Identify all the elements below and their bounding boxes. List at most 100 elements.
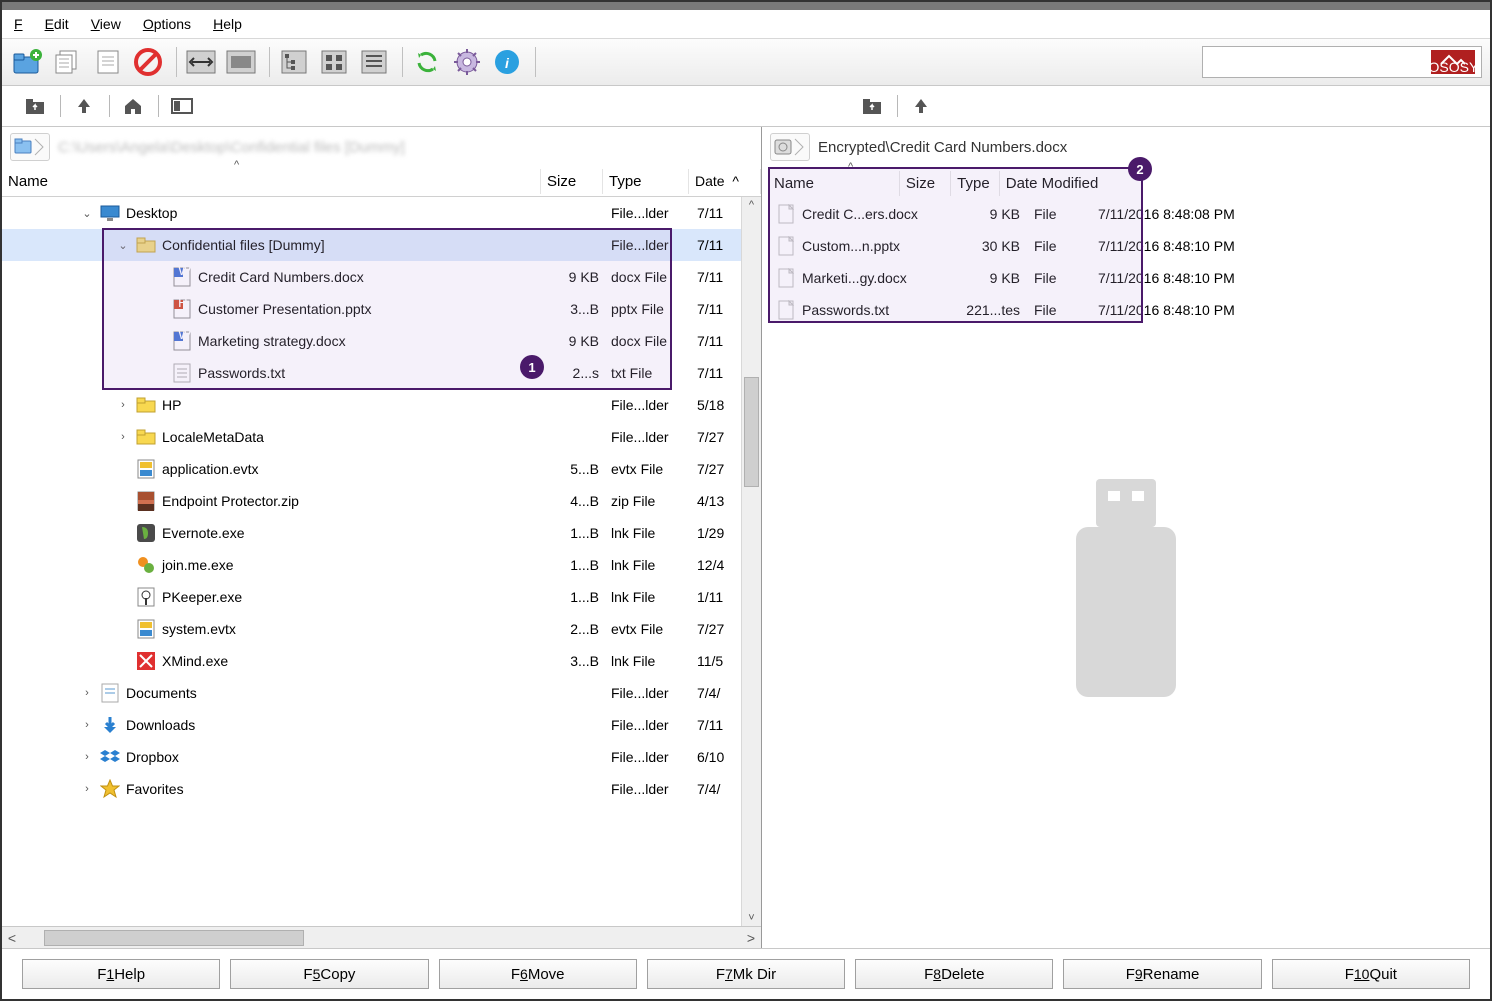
tree-row[interactable]: ›DocumentsFile...lder7/4/ bbox=[2, 677, 741, 709]
docx-icon: W bbox=[172, 331, 192, 351]
list-row[interactable]: Passwords.txt221...tesFile7/11/2016 8:48… bbox=[768, 294, 1490, 326]
menu-options[interactable]: Options bbox=[143, 16, 191, 32]
file-date: 1/11 bbox=[693, 589, 741, 605]
file-name: Marketing strategy.docx bbox=[198, 333, 346, 349]
tree-row[interactable]: Evernote.exe1...Blnk File1/29 bbox=[2, 517, 741, 549]
vscroll-left[interactable]: ^˅ bbox=[741, 197, 761, 926]
single-pane-icon[interactable] bbox=[223, 44, 259, 80]
file-size: 2...s bbox=[545, 365, 607, 381]
col-name[interactable]: Name bbox=[2, 169, 541, 194]
col-size[interactable]: Size bbox=[541, 169, 603, 194]
refresh-icon[interactable] bbox=[409, 44, 445, 80]
tree-row[interactable]: XMind.exe3...Blnk File11/5 bbox=[2, 645, 741, 677]
tree-row[interactable]: ›HPFile...lder5/18 bbox=[2, 389, 741, 421]
quit-button[interactable]: F10 Quit bbox=[1272, 959, 1470, 989]
file-name: PKeeper.exe bbox=[162, 589, 242, 605]
right-addressbar[interactable]: Encrypted\Credit Card Numbers.docx bbox=[762, 127, 1490, 167]
grid-view-icon[interactable] bbox=[316, 44, 352, 80]
pkeeper-icon bbox=[136, 587, 156, 607]
expander-icon[interactable]: ⌄ bbox=[116, 239, 130, 252]
tree-row[interactable]: ›DownloadsFile...lder7/11 bbox=[2, 709, 741, 741]
col-date[interactable]: Date^ bbox=[689, 169, 761, 194]
tree-row[interactable]: join.me.exe1...Blnk File12/4 bbox=[2, 549, 741, 581]
file-size: 5...B bbox=[545, 461, 607, 477]
file-name: Passwords.txt bbox=[198, 365, 285, 381]
copy-icon[interactable] bbox=[50, 44, 86, 80]
expander-icon[interactable]: › bbox=[80, 783, 94, 795]
file-date: 11/5 bbox=[693, 653, 741, 669]
file-name: Credit C...ers.docx bbox=[802, 206, 918, 222]
info-icon[interactable]: i bbox=[489, 44, 525, 80]
new-folder-icon[interactable] bbox=[10, 44, 46, 80]
dropbox-icon bbox=[100, 747, 120, 767]
expander-icon[interactable]: › bbox=[80, 719, 94, 731]
list-view-icon[interactable] bbox=[356, 44, 392, 80]
block-icon[interactable] bbox=[130, 44, 166, 80]
swap-panes-icon[interactable] bbox=[183, 44, 219, 80]
copy-button[interactable]: F5 Copy bbox=[230, 959, 428, 989]
file-type: File...lder bbox=[607, 749, 693, 765]
tree-row[interactable]: ›FavoritesFile...lder7/4/ bbox=[2, 773, 741, 805]
up-folder-icon[interactable] bbox=[20, 92, 50, 120]
file-date: 7/27 bbox=[693, 429, 741, 445]
root-icon-right[interactable] bbox=[906, 92, 936, 120]
pptx-icon: P bbox=[172, 299, 192, 319]
panel-toggle-icon[interactable] bbox=[167, 92, 197, 120]
right-content[interactable]: 2 Name Size Type Date Modified ^ Credit … bbox=[762, 167, 1490, 948]
hscroll-left[interactable]: <> bbox=[2, 926, 761, 948]
menu-file[interactable]: F bbox=[14, 16, 23, 32]
col-type-r[interactable]: Type bbox=[951, 171, 1000, 196]
tree-row[interactable]: WCredit Card Numbers.docx9 KBdocx File7/… bbox=[2, 261, 741, 293]
settings-icon[interactable] bbox=[449, 44, 485, 80]
list-row[interactable]: Marketi...gy.docx9 KBFile7/11/2016 8:48:… bbox=[768, 262, 1490, 294]
tree-row[interactable]: ⌄Confidential files [Dummy]File...lder7/… bbox=[2, 229, 741, 261]
expander-icon[interactable]: › bbox=[116, 399, 130, 411]
move-button[interactable]: F6 Move bbox=[439, 959, 637, 989]
menu-edit[interactable]: Edit bbox=[45, 16, 69, 32]
left-tree[interactable]: ^˅ ⌄DesktopFile...lder7/11⌄Confidential … bbox=[2, 197, 761, 926]
col-size-r[interactable]: Size bbox=[900, 171, 951, 196]
tree-row[interactable]: Endpoint Protector.zip4...Bzip File4/13 bbox=[2, 485, 741, 517]
list-row[interactable]: Custom...n.pptx30 KBFile7/11/2016 8:48:1… bbox=[768, 230, 1490, 262]
help-button[interactable]: F1 Help bbox=[22, 959, 220, 989]
file-type: lnk File bbox=[607, 525, 693, 541]
home-icon[interactable] bbox=[118, 92, 148, 120]
expander-icon[interactable]: › bbox=[80, 751, 94, 763]
menu-help[interactable]: Help bbox=[213, 16, 242, 32]
tree-row[interactable]: Passwords.txt2...stxt File7/11 bbox=[2, 357, 741, 389]
tree-row[interactable]: PKeeper.exe1...Blnk File1/11 bbox=[2, 581, 741, 613]
col-name-r[interactable]: Name bbox=[768, 171, 900, 196]
left-path: C:\Users\Angela\Desktop\Confidential fil… bbox=[58, 139, 405, 156]
tree-row[interactable]: application.evtx5...Bevtx File7/27 bbox=[2, 453, 741, 485]
expander-icon[interactable]: ⌄ bbox=[80, 207, 94, 220]
tree-row[interactable]: WMarketing strategy.docx9 KBdocx File7/1… bbox=[2, 325, 741, 357]
tree-row[interactable]: PCustomer Presentation.pptx3...Bpptx Fil… bbox=[2, 293, 741, 325]
file-name: Documents bbox=[126, 685, 197, 701]
file-date: 7/27 bbox=[693, 461, 741, 477]
expander-icon[interactable]: › bbox=[116, 431, 130, 443]
col-date-r[interactable]: Date Modified bbox=[1000, 171, 1138, 196]
delete-button[interactable]: F8 Delete bbox=[855, 959, 1053, 989]
expander-icon[interactable]: › bbox=[80, 687, 94, 699]
file-type: File...lder bbox=[607, 429, 693, 445]
up-folder-icon-right[interactable] bbox=[857, 92, 887, 120]
menubar: F Edit View Options Help bbox=[2, 10, 1490, 38]
file-size: 30 KB bbox=[958, 238, 1028, 254]
file-name: Custom...n.pptx bbox=[802, 238, 900, 254]
tree-row[interactable]: ›DropboxFile...lder6/10 bbox=[2, 741, 741, 773]
tree-row[interactable]: system.evtx2...Bevtx File7/27 bbox=[2, 613, 741, 645]
rename-button[interactable]: F9 Rename bbox=[1063, 959, 1261, 989]
list-row[interactable]: Credit C...ers.docx9 KBFile7/11/2016 8:4… bbox=[768, 198, 1490, 230]
paste-icon[interactable] bbox=[90, 44, 126, 80]
search-input[interactable]: COSOSYS bbox=[1202, 46, 1482, 78]
tree-row[interactable]: ›LocaleMetaDataFile...lder7/27 bbox=[2, 421, 741, 453]
subtoolbar bbox=[2, 86, 1490, 126]
col-type[interactable]: Type bbox=[603, 169, 689, 194]
mk-dir-button[interactable]: F7 Mk Dir bbox=[647, 959, 845, 989]
left-addressbar[interactable]: C:\Users\Angela\Desktop\Confidential fil… bbox=[2, 127, 761, 167]
file-type: File...lder bbox=[607, 717, 693, 733]
menu-view[interactable]: View bbox=[91, 16, 121, 32]
root-icon[interactable] bbox=[69, 92, 99, 120]
tree-row[interactable]: ⌄DesktopFile...lder7/11 bbox=[2, 197, 741, 229]
tree-view-icon[interactable] bbox=[276, 44, 312, 80]
